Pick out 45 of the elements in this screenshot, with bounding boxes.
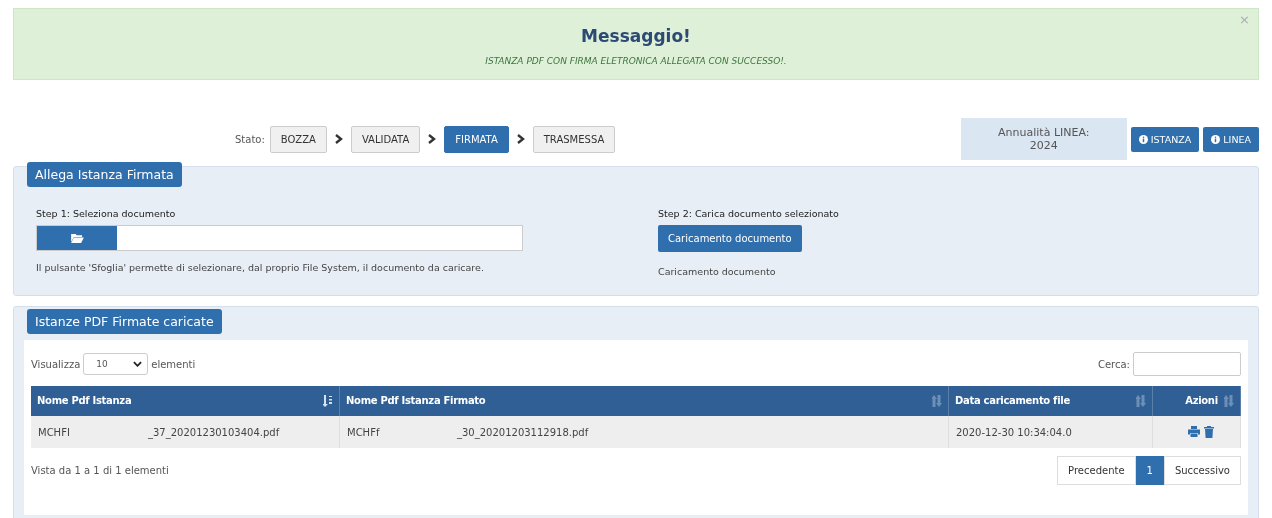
trash-icon[interactable] xyxy=(1203,425,1214,438)
file-input[interactable] xyxy=(36,225,523,251)
status-step: TRASMESSA xyxy=(532,125,616,153)
print-icon[interactable] xyxy=(1187,425,1200,437)
status-step: FIRMATA xyxy=(444,125,509,153)
upload-note: Caricamento documento xyxy=(658,266,777,277)
column-header[interactable]: Data caricamento file xyxy=(948,386,1153,416)
pagination-button[interactable]: Precedente xyxy=(1057,456,1136,485)
chevron-icon xyxy=(334,134,343,144)
chevron-icon xyxy=(516,134,525,144)
info-icon xyxy=(1211,134,1221,144)
folder-icon xyxy=(70,233,84,243)
length-label: Visualizza xyxy=(31,358,81,370)
step-label: Step 1: Seleziona documento xyxy=(36,208,177,219)
table-info: Vista da 1 a 1 di 1 elementi xyxy=(31,465,169,476)
upload-button[interactable]: Caricamento documento xyxy=(658,225,802,252)
info-button[interactable]: LINEA xyxy=(1203,126,1259,152)
status-step: BOZZA xyxy=(269,125,327,153)
file-name-suffix: _30_20201203112918.pdf xyxy=(457,426,589,438)
file-name-prefix: MCHFf xyxy=(347,426,381,438)
chevron-icon xyxy=(428,134,437,144)
file-name-prefix: MCHFI xyxy=(38,426,71,438)
alert-message: ISTANZA PDF CON FIRMA ELETRONICA ALLEGATA CON SUCCESSO!. xyxy=(484,56,788,66)
status-label: Stato: xyxy=(235,133,265,145)
year-badge: Annualità LINEA: 2024 xyxy=(960,118,1127,160)
step-label: Step 2: Carica documento selezionato xyxy=(658,208,839,219)
help-text: Il pulsante 'Sfoglia' permette di selezionare, dal proprio File System, il documento da caricare. xyxy=(36,262,485,273)
file-name-suffix: _37_20201230103404.pdf xyxy=(148,426,280,438)
panel-title: Istanze PDF Firmate caricate xyxy=(27,309,222,334)
search-label: Cerca: xyxy=(1097,358,1130,370)
column-header[interactable]: Azioni xyxy=(1152,386,1241,416)
column-header[interactable]: Nome Pdf Istanza Firmato xyxy=(339,386,949,416)
status-step: VALIDATA xyxy=(350,125,421,153)
pagination-button[interactable]: Successivo xyxy=(1163,456,1241,485)
column-header[interactable]: Nome Pdf Istanza xyxy=(31,386,340,416)
info-icon xyxy=(1138,134,1148,144)
alert-title: Messaggio! xyxy=(580,26,692,46)
panel-title: Allega Istanza Firmata xyxy=(27,162,182,187)
length-suffix: elementi xyxy=(151,358,196,370)
pagination-button[interactable]: 1 xyxy=(1135,456,1164,485)
search-field[interactable] xyxy=(1133,352,1241,376)
page-size-select[interactable]: 10 xyxy=(83,353,149,375)
table-cell: 2020-12-30 10:34:04.0 xyxy=(956,426,1072,438)
info-button[interactable]: ISTANZA xyxy=(1130,126,1200,152)
caret-icon xyxy=(133,361,143,367)
